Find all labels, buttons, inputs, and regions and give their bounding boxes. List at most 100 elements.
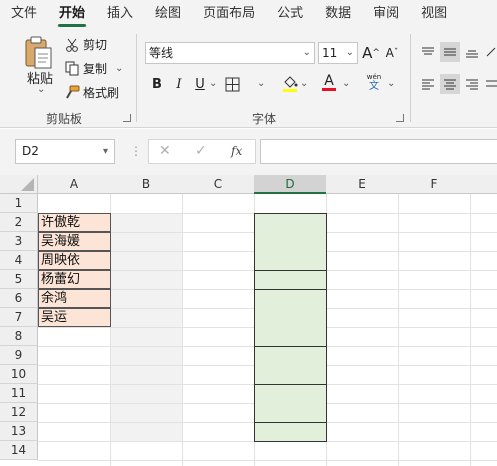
name-box-value: D2: [22, 144, 39, 158]
border-icon: [225, 77, 240, 92]
indent-button[interactable]: [484, 74, 497, 94]
underline-button[interactable]: U: [190, 74, 210, 94]
orientation-button[interactable]: [484, 42, 497, 62]
gridline: [398, 194, 399, 466]
row-header-14[interactable]: 14: [0, 441, 38, 460]
row-header-9[interactable]: 9: [0, 346, 38, 365]
cell-d2-d4[interactable]: [254, 213, 327, 271]
column-header-g[interactable]: [470, 175, 497, 194]
worksheet-grid[interactable]: A B C D E F 1 2 3 4 5 6 7 8 9 10 11 12 1…: [0, 175, 497, 466]
scissors-icon: [64, 38, 80, 52]
phonetic-button[interactable]: wén 文: [364, 72, 384, 92]
more-options-icon[interactable]: ⋮: [130, 144, 142, 158]
align-right-button[interactable]: [462, 74, 482, 94]
cell-d9-d10[interactable]: [254, 346, 327, 385]
cell-a7[interactable]: 吴运: [38, 308, 111, 327]
shrink-font-button[interactable]: Aˇ: [382, 43, 402, 63]
format-painter-label: 格式刷: [83, 86, 120, 100]
bold-button[interactable]: B: [147, 74, 167, 94]
row-header-7[interactable]: 7: [0, 308, 38, 327]
align-left-button[interactable]: [418, 74, 438, 94]
clipboard-launcher-icon[interactable]: [123, 114, 131, 122]
column-header-f[interactable]: F: [398, 175, 471, 194]
column-header-c[interactable]: C: [182, 175, 255, 194]
row-header-5[interactable]: 5: [0, 270, 38, 289]
align-center-icon: [443, 78, 457, 90]
tab-data[interactable]: 数据: [314, 0, 362, 28]
gridline: [38, 460, 497, 461]
align-middle-icon: [443, 46, 457, 58]
tab-insert[interactable]: 插入: [96, 0, 144, 28]
font-launcher-icon[interactable]: [396, 114, 404, 122]
align-top-button[interactable]: [418, 42, 438, 62]
tab-view[interactable]: 视图: [410, 0, 458, 28]
row-header-12[interactable]: 12: [0, 403, 38, 422]
row-header-6[interactable]: 6: [0, 289, 38, 308]
align-bottom-icon: [465, 46, 479, 58]
cell-a2[interactable]: 许傲乾: [38, 213, 111, 232]
paste-dropdown-icon[interactable]: ⌄: [37, 84, 45, 95]
enter-icon[interactable]: ✓: [195, 143, 207, 159]
italic-button[interactable]: I: [169, 74, 189, 94]
cut-button[interactable]: 剪切: [64, 36, 107, 53]
underline-dropdown-icon[interactable]: ⌄: [209, 78, 217, 89]
row-header-13[interactable]: 13: [0, 422, 38, 441]
paint-bucket-icon: [282, 75, 298, 93]
cell-a6[interactable]: 余鸿: [38, 289, 111, 308]
group-separator: [410, 34, 411, 122]
cell-a3[interactable]: 吴海媛: [38, 232, 111, 251]
format-painter-button[interactable]: 格式刷: [64, 84, 119, 101]
name-box[interactable]: D2 ▾: [15, 139, 115, 164]
row-header-8[interactable]: 8: [0, 327, 38, 346]
chevron-down-icon: ▾: [102, 146, 108, 157]
align-center-button[interactable]: [440, 74, 460, 94]
cell-a5[interactable]: 杨蕾幻: [38, 270, 111, 289]
formula-input[interactable]: [260, 139, 497, 164]
tab-draw[interactable]: 绘图: [144, 0, 192, 28]
copy-button[interactable]: 复制 ⌄: [64, 60, 123, 77]
gridline: [182, 194, 183, 466]
align-middle-button[interactable]: [440, 42, 460, 62]
column-header-e[interactable]: E: [326, 175, 399, 194]
column-header-d[interactable]: D: [254, 175, 327, 194]
cell-a4[interactable]: 周映依: [38, 251, 111, 270]
tab-page-layout[interactable]: 页面布局: [192, 0, 266, 28]
row-header-4[interactable]: 4: [0, 251, 38, 270]
font-color-dropdown-icon[interactable]: ⌄: [342, 78, 350, 89]
select-all-corner[interactable]: [0, 175, 38, 194]
borders-button[interactable]: [222, 74, 242, 94]
column-header-a[interactable]: A: [38, 175, 111, 194]
cell-d5[interactable]: [254, 270, 327, 290]
row-header-3[interactable]: 3: [0, 232, 38, 251]
cell-d13[interactable]: [254, 422, 327, 442]
borders-dropdown-icon[interactable]: ⌄: [257, 78, 265, 89]
paste-button[interactable]: [22, 36, 58, 70]
font-size-combo[interactable]: 11 ⌄: [318, 42, 358, 64]
row-header-1[interactable]: 1: [0, 194, 38, 213]
column-header-b[interactable]: B: [110, 175, 183, 194]
cell-d11-d12[interactable]: [254, 384, 327, 423]
row-header-2[interactable]: 2: [0, 213, 38, 232]
tab-review[interactable]: 审阅: [362, 0, 410, 28]
cell-d6-d8[interactable]: [254, 289, 327, 347]
phonetic-dropdown-icon[interactable]: ⌄: [387, 78, 395, 89]
copy-label: 复制: [83, 62, 108, 76]
fill-color-dropdown-icon[interactable]: ⌄: [300, 78, 308, 89]
row-header-11[interactable]: 11: [0, 384, 38, 403]
font-name-value: 等线: [149, 46, 174, 60]
font-name-combo[interactable]: 等线 ⌄: [145, 42, 315, 64]
fill-color-button[interactable]: [280, 74, 300, 94]
font-color-bar: [322, 87, 336, 91]
tab-file[interactable]: 文件: [0, 0, 48, 28]
tab-home[interactable]: 开始: [48, 0, 96, 28]
grow-font-button[interactable]: A ^: [361, 43, 381, 63]
orientation-icon: [485, 46, 497, 58]
font-color-button[interactable]: A: [319, 72, 339, 92]
cancel-icon[interactable]: ✕: [159, 143, 171, 159]
align-bottom-button[interactable]: [462, 42, 482, 62]
ribbon: 粘贴 ⌄ 剪切 复制 ⌄ 格式刷 剪贴板 等线 ⌄ 11 ⌄ A ^ Aˇ B I…: [0, 28, 497, 128]
insert-function-button[interactable]: fx: [231, 144, 242, 158]
tab-formulas[interactable]: 公式: [266, 0, 314, 28]
copy-dropdown-icon[interactable]: ⌄: [115, 63, 123, 74]
row-header-10[interactable]: 10: [0, 365, 38, 384]
